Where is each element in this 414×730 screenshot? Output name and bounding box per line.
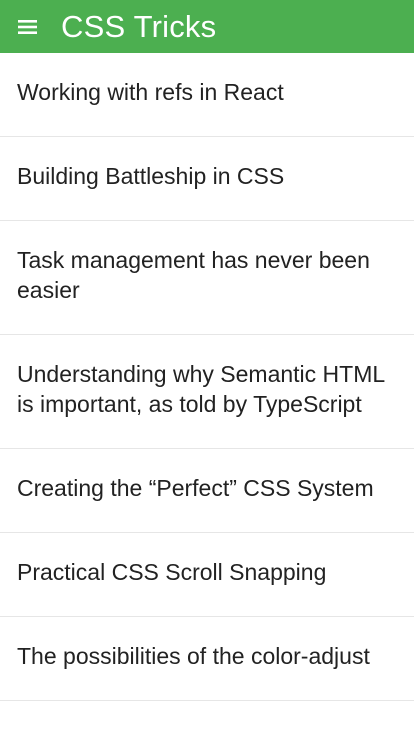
article-item[interactable]: Working with refs in React [0, 53, 414, 137]
article-title: Building Battleship in CSS [17, 163, 285, 189]
article-title: Working with refs in React [17, 79, 284, 105]
article-item[interactable]: Building Battleship in CSS [0, 137, 414, 221]
article-item[interactable]: Task management has never been easier [0, 221, 414, 335]
article-item[interactable]: Understanding why Semantic HTML is impor… [0, 335, 414, 449]
article-title: Understanding why Semantic HTML is impor… [17, 361, 385, 417]
article-title: Task management has never been easier [17, 247, 370, 303]
top-app-bar: CSS Tricks [0, 0, 414, 53]
article-title: Creating the “Perfect” CSS System [17, 475, 374, 501]
app-screen: CSS Tricks Working with refs in React Bu… [0, 0, 414, 730]
app-title: CSS Tricks [61, 9, 217, 44]
article-title: Practical CSS Scroll Snapping [17, 559, 327, 585]
article-item[interactable]: Practical CSS Scroll Snapping [0, 533, 414, 617]
menu-button[interactable] [18, 17, 38, 37]
article-list: Working with refs in React Building Batt… [0, 53, 414, 701]
hamburger-menu-icon [18, 19, 37, 34]
article-item[interactable]: Creating the “Perfect” CSS System [0, 449, 414, 533]
article-item[interactable]: The possibilities of the color-adjust [0, 617, 414, 701]
article-title: The possibilities of the color-adjust [17, 643, 370, 669]
